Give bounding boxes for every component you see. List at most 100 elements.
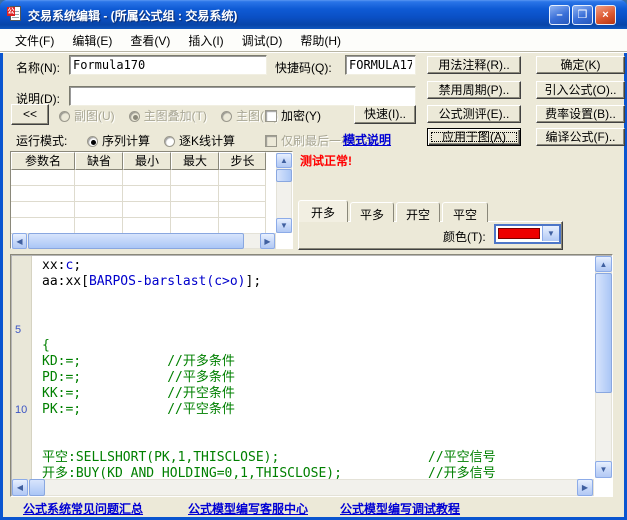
menu-item-insert[interactable]: 插入(I) bbox=[179, 29, 232, 52]
collapse-button[interactable]: << bbox=[11, 104, 49, 125]
table-header-1[interactable]: 参数名 bbox=[11, 152, 75, 170]
code-line: 开多:BUY(KD AND HOLDING=0,1,THISCLOSE); //… bbox=[12, 466, 590, 480]
scroll-up-icon[interactable]: ▲ bbox=[276, 153, 292, 168]
quick-button[interactable]: 快速(I).. bbox=[354, 105, 416, 124]
table-cell[interactable] bbox=[123, 218, 171, 234]
radio-label-sequence-calc: 序列计算 bbox=[102, 134, 150, 148]
table-cell[interactable] bbox=[11, 218, 75, 234]
scroll-up-icon[interactable]: ▲ bbox=[595, 256, 612, 272]
parameter-table[interactable]: 参数名缺省最小最大步长 ▲ ▼ ◀ ▶ bbox=[10, 151, 293, 249]
faq-link[interactable]: 公式系统常见问题汇总 bbox=[23, 500, 143, 517]
table-header-3[interactable]: 最小 bbox=[123, 152, 171, 170]
code-line: aa:xx[BARPOS-barslast(c>o)]; bbox=[12, 274, 590, 290]
table-header-5[interactable]: 步长 bbox=[219, 152, 266, 170]
apply-to-chart-button[interactable]: 应用于图(A) bbox=[427, 128, 521, 146]
radio-per-kline-calc[interactable]: 逐K线计算 bbox=[164, 134, 235, 148]
hotkey-input[interactable] bbox=[345, 55, 416, 75]
scroll-left-icon[interactable]: ◀ bbox=[12, 233, 27, 249]
radio-label-per-kline-calc: 逐K线计算 bbox=[179, 134, 235, 148]
table-cell[interactable] bbox=[123, 170, 171, 186]
table-cell[interactable] bbox=[75, 186, 123, 202]
description-input[interactable] bbox=[69, 86, 416, 106]
color-dropdown[interactable]: ▼ bbox=[494, 224, 561, 244]
code-line: KK:=; //开空条件 bbox=[12, 386, 590, 402]
table-cell[interactable] bbox=[11, 202, 75, 218]
tab-close-long[interactable]: 平多 bbox=[350, 202, 394, 222]
table-cell[interactable] bbox=[219, 170, 266, 186]
import-formula-button[interactable]: 引入公式(O).. bbox=[536, 81, 625, 99]
usage-notes-button[interactable]: 用法注释(R).. bbox=[427, 56, 521, 74]
menu-bar: 文件(F)编辑(E)查看(V)插入(I)调试(D)帮助(H) bbox=[0, 29, 627, 52]
close-button[interactable]: × bbox=[595, 5, 616, 25]
code-line: PD:=; //平多条件 bbox=[12, 370, 590, 386]
table-header-2[interactable]: 缺省 bbox=[75, 152, 123, 170]
menu-item-file[interactable]: 文件(F) bbox=[6, 29, 63, 52]
code-line: 5 bbox=[12, 322, 590, 338]
param-table-hscroll-thumb[interactable] bbox=[28, 233, 244, 249]
table-cell[interactable] bbox=[75, 170, 123, 186]
editor-hscroll-thumb[interactable] bbox=[29, 479, 45, 496]
run-mode-label: 运行模式: bbox=[16, 132, 67, 149]
scroll-left-icon[interactable]: ◀ bbox=[12, 479, 28, 496]
compile-formula-button[interactable]: 编译公式(F).. bbox=[536, 128, 625, 146]
chevron-down-icon[interactable]: ▼ bbox=[542, 226, 559, 241]
name-input[interactable] bbox=[69, 55, 267, 75]
trading-system-editor-window: 公 交易系统编辑 - (所属公式组 : 交易系统) – ❒ × 文件(F)编辑(… bbox=[0, 0, 627, 520]
tab-close-short[interactable]: 平空 bbox=[442, 202, 488, 222]
fee-settings-button[interactable]: 费率设置(B).. bbox=[536, 105, 625, 123]
code-text[interactable]: xx:c;aa:xx[BARPOS-barslast(c>o)];5{KD:=;… bbox=[12, 258, 590, 480]
disable-period-button[interactable]: 禁用周期(P).. bbox=[427, 81, 521, 99]
table-cell[interactable] bbox=[75, 218, 123, 234]
table-cell[interactable] bbox=[219, 202, 266, 218]
table-header-4[interactable]: 最大 bbox=[171, 152, 219, 170]
code-line: { bbox=[12, 338, 590, 354]
table-cell[interactable] bbox=[75, 202, 123, 218]
menu-item-debug[interactable]: 调试(D) bbox=[233, 29, 292, 52]
table-cell[interactable] bbox=[219, 186, 266, 202]
editor-hscrollbar[interactable] bbox=[12, 479, 594, 496]
encrypt-checkbox-box[interactable] bbox=[265, 110, 277, 122]
test-status-text: 测试正常! bbox=[300, 152, 352, 169]
import-formula-button-label: 引入公式(O).. bbox=[545, 83, 617, 97]
table-cell[interactable] bbox=[171, 170, 219, 186]
table-cell[interactable] bbox=[171, 202, 219, 218]
scroll-down-icon[interactable]: ▼ bbox=[276, 218, 292, 233]
maximize-button[interactable]: ❒ bbox=[572, 5, 593, 25]
support-center-link[interactable]: 公式模型编写客服中心 bbox=[188, 500, 308, 517]
debug-tutorial-link[interactable]: 公式模型编写调试教程 bbox=[340, 500, 460, 517]
radio-sequence-calc[interactable]: 序列计算 bbox=[87, 134, 150, 148]
tab-open-long[interactable]: 开多 bbox=[298, 200, 348, 222]
name-label: 名称(N): bbox=[16, 59, 60, 76]
disable-period-button-label: 禁用周期(P).. bbox=[439, 83, 510, 97]
scroll-right-icon[interactable]: ▶ bbox=[577, 479, 593, 496]
mode-help-link[interactable]: 模式说明 bbox=[343, 131, 391, 148]
menu-item-help[interactable]: 帮助(H) bbox=[291, 29, 350, 52]
title-bar: 公 交易系统编辑 - (所属公式组 : 交易系统) – ❒ × bbox=[0, 0, 627, 29]
editor-vscroll-thumb[interactable] bbox=[595, 273, 612, 393]
scroll-down-icon[interactable]: ▼ bbox=[595, 461, 612, 478]
ok-button[interactable]: 确定(K) bbox=[536, 56, 625, 74]
table-cell[interactable] bbox=[171, 186, 219, 202]
code-line bbox=[12, 418, 590, 434]
menu-item-edit[interactable]: 编辑(E) bbox=[63, 29, 121, 52]
encrypt-label: 加密(Y) bbox=[281, 109, 321, 123]
minimize-button[interactable]: – bbox=[549, 5, 570, 25]
formula-evaluate-button[interactable]: 公式测评(E).. bbox=[427, 105, 521, 123]
table-cell[interactable] bbox=[11, 186, 75, 202]
radio-sub-chart: 副图(U) bbox=[59, 109, 115, 123]
table-cell[interactable] bbox=[219, 218, 266, 234]
table-cell[interactable] bbox=[171, 218, 219, 234]
table-cell[interactable] bbox=[11, 170, 75, 186]
table-cell[interactable] bbox=[123, 186, 171, 202]
color-label: 颜色(T): bbox=[443, 228, 486, 245]
table-cell[interactable] bbox=[123, 202, 171, 218]
formula-code-editor[interactable]: xx:c;aa:xx[BARPOS-barslast(c>o)];5{KD:=;… bbox=[10, 254, 613, 497]
scroll-right-icon[interactable]: ▶ bbox=[260, 233, 275, 249]
menu-item-view[interactable]: 查看(V) bbox=[121, 29, 179, 52]
radio-main-chart-overlay: 主图叠加(T) bbox=[129, 109, 207, 123]
encrypt-checkbox[interactable]: 加密(Y) bbox=[265, 107, 321, 124]
window-title: 交易系统编辑 - (所属公式组 : 交易系统) bbox=[28, 7, 237, 24]
usage-notes-button-label: 用法注释(R).. bbox=[438, 58, 509, 72]
param-table-vscroll-thumb[interactable] bbox=[276, 169, 292, 182]
tab-open-short[interactable]: 开空 bbox=[396, 202, 440, 222]
